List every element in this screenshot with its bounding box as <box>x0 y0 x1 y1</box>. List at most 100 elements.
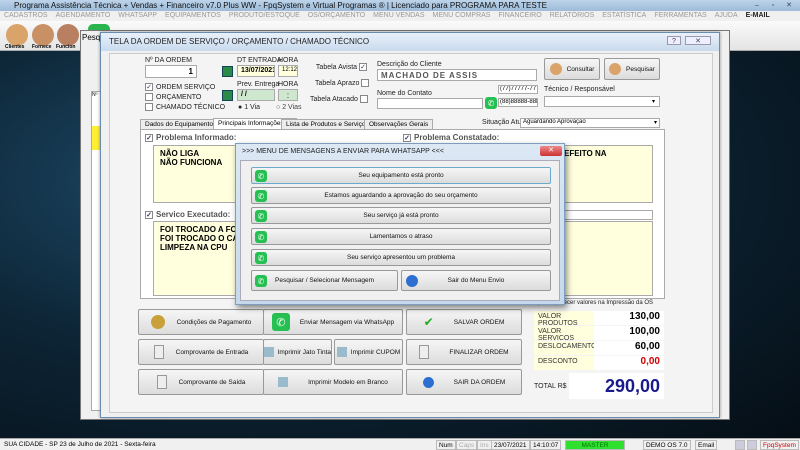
clientes-icon[interactable] <box>6 24 28 46</box>
menu-financeiro[interactable]: FINANCEIRO <box>498 11 541 21</box>
prev-entrega-field[interactable]: / / <box>237 89 275 101</box>
menu-os-orcamento[interactable]: OS/ORÇAMENTO <box>308 11 365 21</box>
calendar-icon[interactable] <box>222 90 233 101</box>
phone2-field[interactable]: (88)88888-8888 <box>498 98 538 107</box>
radio-1-via[interactable]: ● 1 Via <box>238 104 260 111</box>
wa-item-problema[interactable]: ✆ Seu serviço apresentou um problema <box>251 249 551 266</box>
bg-grid-highlight <box>92 126 100 150</box>
checkbox-checked[interactable]: ✓ <box>145 133 153 142</box>
consultar-button[interactable]: Consultar <box>544 58 600 80</box>
type-orcamento[interactable]: ORÇAMENTO <box>145 93 201 101</box>
checkbox[interactable] <box>145 93 153 101</box>
fornecedores-icon[interactable] <box>32 24 54 46</box>
maximize-button[interactable]: ▫ <box>766 1 780 10</box>
comprovante-entrada-button[interactable]: Comprovante de Entrada <box>138 339 264 365</box>
menu-equipamentos[interactable]: EQUIPAMENTOS <box>165 11 221 21</box>
salvar-ordem-button[interactable]: ✔ SALVAR ORDEM <box>406 309 522 335</box>
problema-constatado-header[interactable]: ✓ Problema Constatado: <box>403 133 499 142</box>
consultar-label: Consultar <box>566 65 595 73</box>
total-row-value[interactable]: 0,00 <box>594 356 664 370</box>
checkbox-checked[interactable]: ✓ <box>403 133 411 142</box>
whatsapp-icon[interactable]: ✆ <box>485 97 497 109</box>
checkbox-checked[interactable]: ✓ <box>145 210 153 219</box>
wa-exit-button[interactable]: Sair do Menu Envio <box>401 270 551 291</box>
status-num: Num <box>436 440 456 450</box>
total-row: DESLOCAMENTO 60,00 <box>534 341 664 355</box>
grand-total-row: TOTAL R$ 290,00 <box>534 373 664 399</box>
wa-item-aguardando-aprovacao[interactable]: ✆ Estamos aguardando a aprovação do seu o… <box>251 187 551 204</box>
tabela-avista[interactable]: Tabela Avista ✓ <box>315 63 370 71</box>
total-row-value[interactable]: 60,00 <box>594 341 664 355</box>
checkbox[interactable] <box>361 79 370 87</box>
order-title-text: TELA DA ORDEM DE SERVIÇO / ORÇAMENTO / C… <box>109 37 370 46</box>
dt-entrada-field[interactable]: 13/07/2021 <box>237 65 275 77</box>
order-number-field[interactable]: 1 <box>145 65 197 78</box>
minimize-button[interactable]: – <box>750 1 764 10</box>
status-email[interactable]: Email <box>695 440 718 450</box>
order-close-button[interactable]: ✕ <box>685 36 711 45</box>
total-row-label: VALOR SERVICOS <box>534 326 594 342</box>
servico-executado-header[interactable]: ✓ Servico Executado: <box>145 210 230 219</box>
wa-item-servico-pronto[interactable]: ✆ Seu serviço já está pronto <box>251 207 551 224</box>
type-ordem-servico[interactable]: ✓ ORDEM SERVIÇO <box>145 83 215 91</box>
problema-informado-header[interactable]: ✓ Problema Informado: <box>145 133 236 142</box>
prev-hora-field[interactable]: : <box>278 89 298 101</box>
status-ins: Ins <box>477 440 492 450</box>
wa-search-button[interactable]: ✆ Pesquisar / Selecionar Mensagem <box>251 270 398 291</box>
imprimir-cupom-button[interactable]: Imprimir CUPOM <box>334 339 403 365</box>
menu-estatistica[interactable]: ESTATÍSTICA <box>602 11 646 21</box>
toolbar-fornece-label[interactable]: Fornece <box>32 44 51 50</box>
wa-close-button[interactable]: ✕ <box>540 146 562 156</box>
imprimir-modelo-branco-button[interactable]: Imprimir Modelo em Branco <box>263 369 403 395</box>
finalizar-ordem-button[interactable]: FINALIZAR ORDEM <box>406 339 522 365</box>
wa-item-label: Seu serviço apresentou um problema <box>346 254 456 261</box>
menu-produto-estoque[interactable]: PRODUTO/ESTOQUE <box>229 11 300 21</box>
tecnico-select[interactable]: ▾ <box>544 96 660 107</box>
hora-field[interactable]: 12:12 <box>278 65 298 77</box>
comprovante-saida-button[interactable]: Comprovante de Saída <box>138 369 264 395</box>
menu-compras[interactable]: MENU COMPRAS <box>433 11 491 21</box>
checkbox-checked[interactable]: ✓ <box>145 83 153 91</box>
menu-whatsapp[interactable]: WHATSAPP <box>118 11 157 21</box>
tabela-atacado[interactable]: Tabela Atacado <box>310 95 370 103</box>
pesquisar-label: Pesquisar <box>626 65 655 73</box>
funcionarios-icon[interactable] <box>57 24 79 46</box>
phone1-field[interactable]: (77)77777-7777 <box>498 85 538 94</box>
tab-observacoes[interactable]: Observações Gerais <box>364 119 434 129</box>
toolbar-clientes-label[interactable]: Clientes <box>5 44 24 50</box>
menu-email[interactable]: E-MAIL <box>746 11 770 21</box>
menu-cadastros[interactable]: CADASTROS <box>4 11 48 21</box>
status-bar: SUA CIDADE - SP 23 de Julho de 2021 - Se… <box>0 438 800 450</box>
totals-panel: VALOR PRODUTOS 130,00 VALOR SERVICOS 100,0… <box>534 311 664 399</box>
wa-item-equipamento-pronto[interactable]: ✆ Seu equipamento está pronto <box>251 167 551 184</box>
menu-vendas[interactable]: MENU VENDAS <box>373 11 424 21</box>
problema-constatado-label: Problema Constatado: <box>414 133 500 142</box>
total-row-label: VALOR PRODUTOS <box>534 311 594 327</box>
checkbox[interactable] <box>145 103 153 111</box>
menu-ajuda[interactable]: AJUDA <box>715 11 738 21</box>
sair-ordem-button[interactable]: SAIR DA ORDEM <box>406 369 522 395</box>
total-row: VALOR SERVICOS 100,00 <box>534 326 664 342</box>
toolbar-funcion-label[interactable]: Funcion <box>56 44 75 50</box>
menu-ferramentas[interactable]: FERRAMENTAS <box>654 11 706 21</box>
condicoes-pagamento-button[interactable]: Condições de Pagamento <box>138 309 264 335</box>
pesquisar-button[interactable]: Pesquisar <box>604 58 660 80</box>
menu-relatorios[interactable]: RELATÓRIOS <box>550 11 595 21</box>
enviar-whatsapp-button[interactable]: ✆ Enviar Mensagem via WhatsApp <box>263 309 403 335</box>
menu-agendamento[interactable]: AGENDAMENTO <box>56 11 111 21</box>
type-chamado-tecnico[interactable]: CHAMADO TÉCNICO <box>145 103 225 111</box>
settings-icon[interactable] <box>747 440 757 450</box>
printer-icon[interactable] <box>735 440 745 450</box>
tabela-aprazo[interactable]: Tabela Aprazo <box>315 79 370 87</box>
situacao-select[interactable]: Aguardando Aprovação ▾ <box>520 118 660 128</box>
cliente-field[interactable]: MACHADO DE ASSIS <box>377 69 537 81</box>
radio-2-vias[interactable]: ○ 2 Vias <box>276 104 302 111</box>
imprimir-jato-tinta-button[interactable]: Imprimir Jato Tinta <box>263 339 332 365</box>
checkbox[interactable] <box>359 95 368 103</box>
contato-field[interactable] <box>377 98 483 109</box>
calendar-icon[interactable] <box>222 66 233 77</box>
close-button[interactable]: ✕ <box>782 1 796 10</box>
checkbox-checked[interactable]: ✓ <box>359 63 367 71</box>
help-button[interactable]: ? <box>667 36 681 45</box>
wa-item-atraso[interactable]: ✆ Lamentamos o atraso <box>251 228 551 245</box>
